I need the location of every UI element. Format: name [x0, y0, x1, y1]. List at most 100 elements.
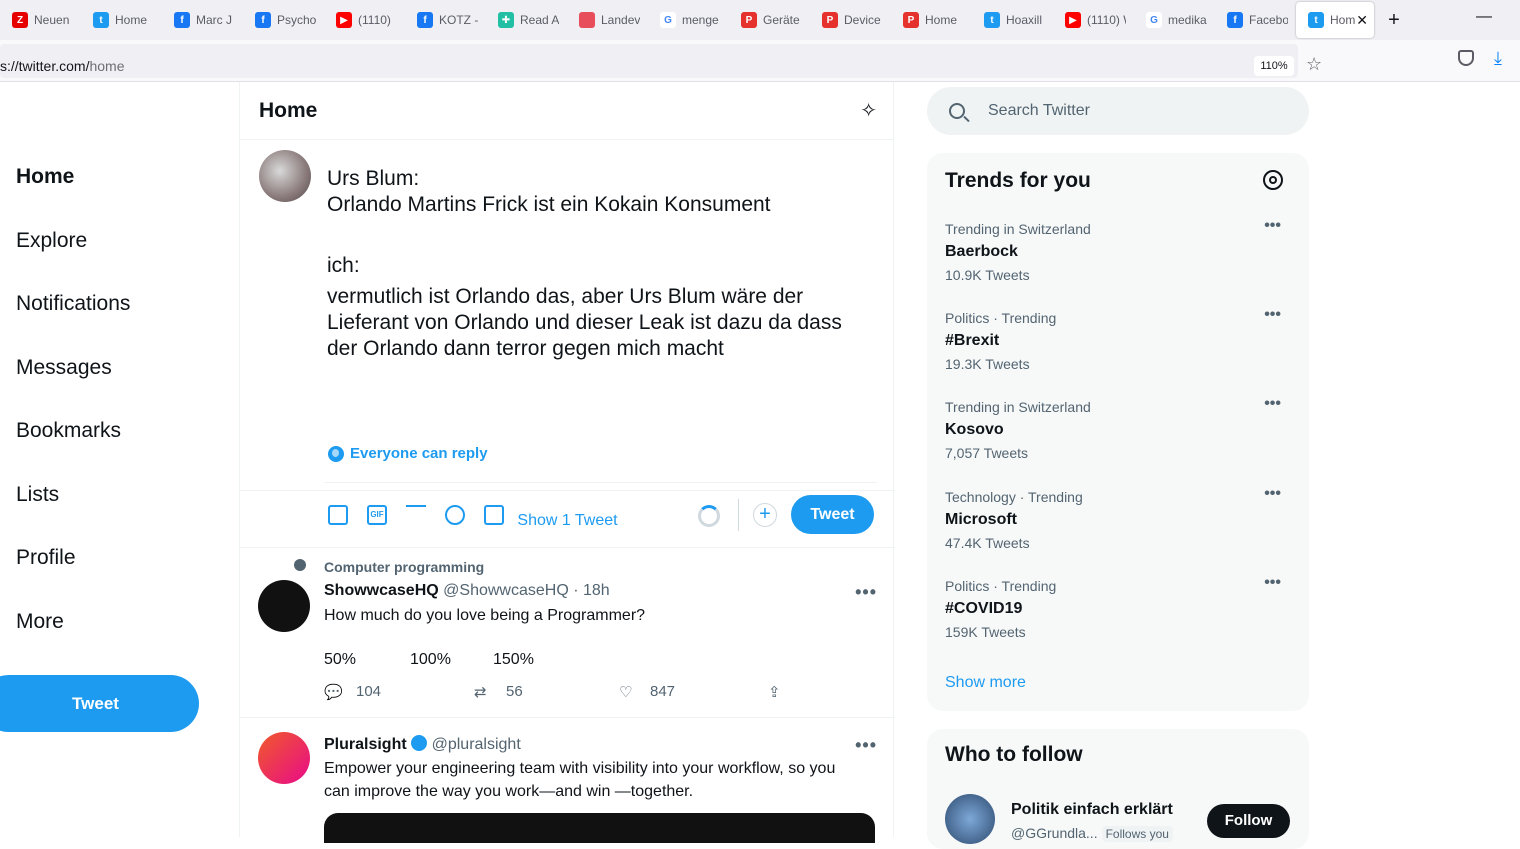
tab-title: Hom: [1330, 13, 1356, 27]
follow-button[interactable]: Follow: [1207, 804, 1290, 838]
browser-tab[interactable]: f Facebo: [1215, 0, 1296, 40]
more-options-icon[interactable]: •••: [855, 582, 877, 603]
pocket-icon[interactable]: [1458, 50, 1474, 66]
nav-bookmarks[interactable]: Bookmarks: [16, 419, 121, 443]
nav-explore[interactable]: Explore: [16, 229, 87, 253]
tab-title: Hoaxill: [1006, 13, 1043, 27]
like-icon[interactable]: ♡: [619, 683, 632, 701]
avatar[interactable]: [259, 150, 311, 202]
twitter-icon: t: [1308, 12, 1324, 28]
browser-tab[interactable]: t Home: [81, 0, 162, 40]
sparkle-icon[interactable]: ✧: [860, 98, 877, 123]
trend-item[interactable]: Politics · Trending #Brexit 19.3K Tweets…: [945, 306, 1291, 372]
avatar[interactable]: [258, 580, 310, 632]
trend-item[interactable]: Trending in Switzerland Baerbock 10.9K T…: [945, 217, 1291, 283]
tweet[interactable]: Computer programming ShowwcaseHQ @Showwc…: [240, 548, 895, 718]
pdf-icon: P: [822, 12, 838, 28]
download-icon[interactable]: ⤓: [1494, 48, 1502, 69]
sidebar-tweet-button[interactable]: Tweet: [0, 675, 199, 732]
more-options-icon[interactable]: •••: [855, 735, 877, 756]
share-icon[interactable]: ⇪: [768, 683, 781, 701]
more-options-icon[interactable]: •••: [1264, 217, 1281, 235]
tweet-text: How much do you love being a Programmer?: [324, 607, 646, 624]
nav-messages[interactable]: Messages: [16, 356, 112, 380]
browser-tab[interactable]: Z Neuen: [0, 0, 81, 40]
browser-tab[interactable]: f Psycho: [243, 0, 324, 40]
reply-setting[interactable]: Everyone can reply: [328, 445, 488, 462]
browser-tab[interactable]: Gmedika: [1134, 0, 1215, 40]
browser-tab-active[interactable]: t Hom ✕: [1296, 2, 1374, 38]
tweet-author-name[interactable]: Pluralsight: [324, 736, 407, 753]
tweet-author-handle[interactable]: @pluralsight: [432, 736, 521, 753]
like-count: 847: [650, 683, 676, 700]
browser-tab[interactable]: f KOTZ -: [405, 0, 486, 40]
url-text[interactable]: s://twitter.com/home: [0, 58, 125, 74]
search-input[interactable]: Search Twitter: [988, 102, 1090, 120]
trend-item[interactable]: Technology · Trending Microsoft 47.4K Tw…: [945, 485, 1291, 551]
zdf-icon: Z: [12, 12, 28, 28]
tweet-media[interactable]: [324, 813, 875, 843]
bookmark-star-icon[interactable]: ☆: [1306, 54, 1322, 75]
topic-icon: [294, 559, 306, 571]
google-icon: G: [1146, 12, 1162, 28]
browser-tab[interactable]: ▶ (1110): [324, 0, 405, 40]
compose-line: Urs Blum:: [327, 167, 420, 190]
browser-tab[interactable]: ✚ Read A: [486, 0, 567, 40]
nav-more[interactable]: More: [16, 610, 64, 634]
browser-tab[interactable]: Gmenge: [648, 0, 729, 40]
tweet-author-name[interactable]: ShowwcaseHQ: [324, 582, 439, 599]
browser-tab[interactable]: P Home: [891, 0, 972, 40]
more-options-icon[interactable]: •••: [1264, 485, 1281, 503]
minimize-icon[interactable]: —: [1476, 8, 1492, 26]
poll-option[interactable]: 150%: [493, 648, 534, 671]
browser-tab[interactable]: P Geräte: [729, 0, 810, 40]
tab-title: KOTZ -: [439, 13, 478, 27]
zoom-indicator[interactable]: 110%: [1254, 56, 1294, 76]
poll-option[interactable]: 50%: [324, 648, 356, 671]
google-icon: G: [660, 12, 676, 28]
tweet[interactable]: Pluralsight @pluralsight ••• Empower you…: [240, 718, 895, 843]
more-options-icon[interactable]: •••: [1264, 395, 1281, 413]
address-field[interactable]: s://twitter.com/home 110% ☆: [0, 44, 1322, 78]
gear-icon[interactable]: [1263, 170, 1283, 190]
show-new-tweets[interactable]: Show 1 Tweet: [240, 491, 895, 548]
more-options-icon[interactable]: •••: [1264, 574, 1281, 592]
reply-icon[interactable]: 💬: [324, 683, 343, 701]
tweet-time[interactable]: · 18h: [573, 582, 609, 599]
browser-tab[interactable]: f Marc J: [162, 0, 243, 40]
sidebar-nav: Home Explore Notifications Messages Book…: [0, 82, 240, 837]
nav-notifications[interactable]: Notifications: [16, 292, 130, 316]
trend-item[interactable]: Politics · Trending #COVID19 159K Tweets…: [945, 574, 1291, 640]
facebook-icon: f: [255, 12, 271, 28]
nav-home[interactable]: Home: [16, 165, 74, 189]
tweet-context[interactable]: Computer programming: [324, 559, 484, 575]
pdf-icon: P: [903, 12, 919, 28]
browser-tab[interactable]: Landev: [567, 0, 648, 40]
tweet-author-handle[interactable]: @ShowwcaseHQ: [443, 582, 569, 599]
retweet-count: 56: [506, 683, 523, 700]
browser-tab[interactable]: t Hoaxill: [972, 0, 1053, 40]
trend-context: Politics · Trending: [945, 578, 1057, 594]
who-to-follow-panel: Who to follow Politik einfach erklärt @G…: [927, 729, 1309, 849]
more-options-icon[interactable]: •••: [1264, 306, 1281, 324]
follow-suggestion-name[interactable]: Politik einfach erklärt: [1011, 801, 1173, 819]
close-icon[interactable]: ✕: [1356, 12, 1368, 29]
new-tab-button[interactable]: +: [1374, 9, 1414, 32]
search-bar[interactable]: Search Twitter: [927, 87, 1309, 135]
browser-tab[interactable]: P Device: [810, 0, 891, 40]
browser-tab[interactable]: ▶ (1110) WIEDERG: [1053, 0, 1134, 40]
avatar[interactable]: [258, 732, 310, 784]
poll-option[interactable]: 100%: [410, 648, 451, 671]
nav-lists[interactable]: Lists: [16, 483, 59, 507]
nav-profile[interactable]: Profile: [16, 546, 76, 570]
trend-item[interactable]: Trending in Switzerland Kosovo 7,057 Twe…: [945, 395, 1291, 461]
retweet-icon[interactable]: ⇄: [474, 683, 487, 701]
trends-title: Trends for you: [945, 169, 1091, 192]
compose-textarea[interactable]: Urs Blum: Orlando Martins Frick ist ein …: [327, 166, 872, 362]
url-bar: s://twitter.com/home 110% ☆ ⤓: [0, 40, 1520, 82]
tab-title: Landev: [601, 13, 640, 27]
reply-setting-label: Everyone can reply: [350, 445, 488, 462]
trends-panel: Trends for you Trending in Switzerland B…: [927, 153, 1309, 711]
show-more-link[interactable]: Show more: [945, 674, 1026, 692]
trend-context: Politics · Trending: [945, 310, 1057, 326]
